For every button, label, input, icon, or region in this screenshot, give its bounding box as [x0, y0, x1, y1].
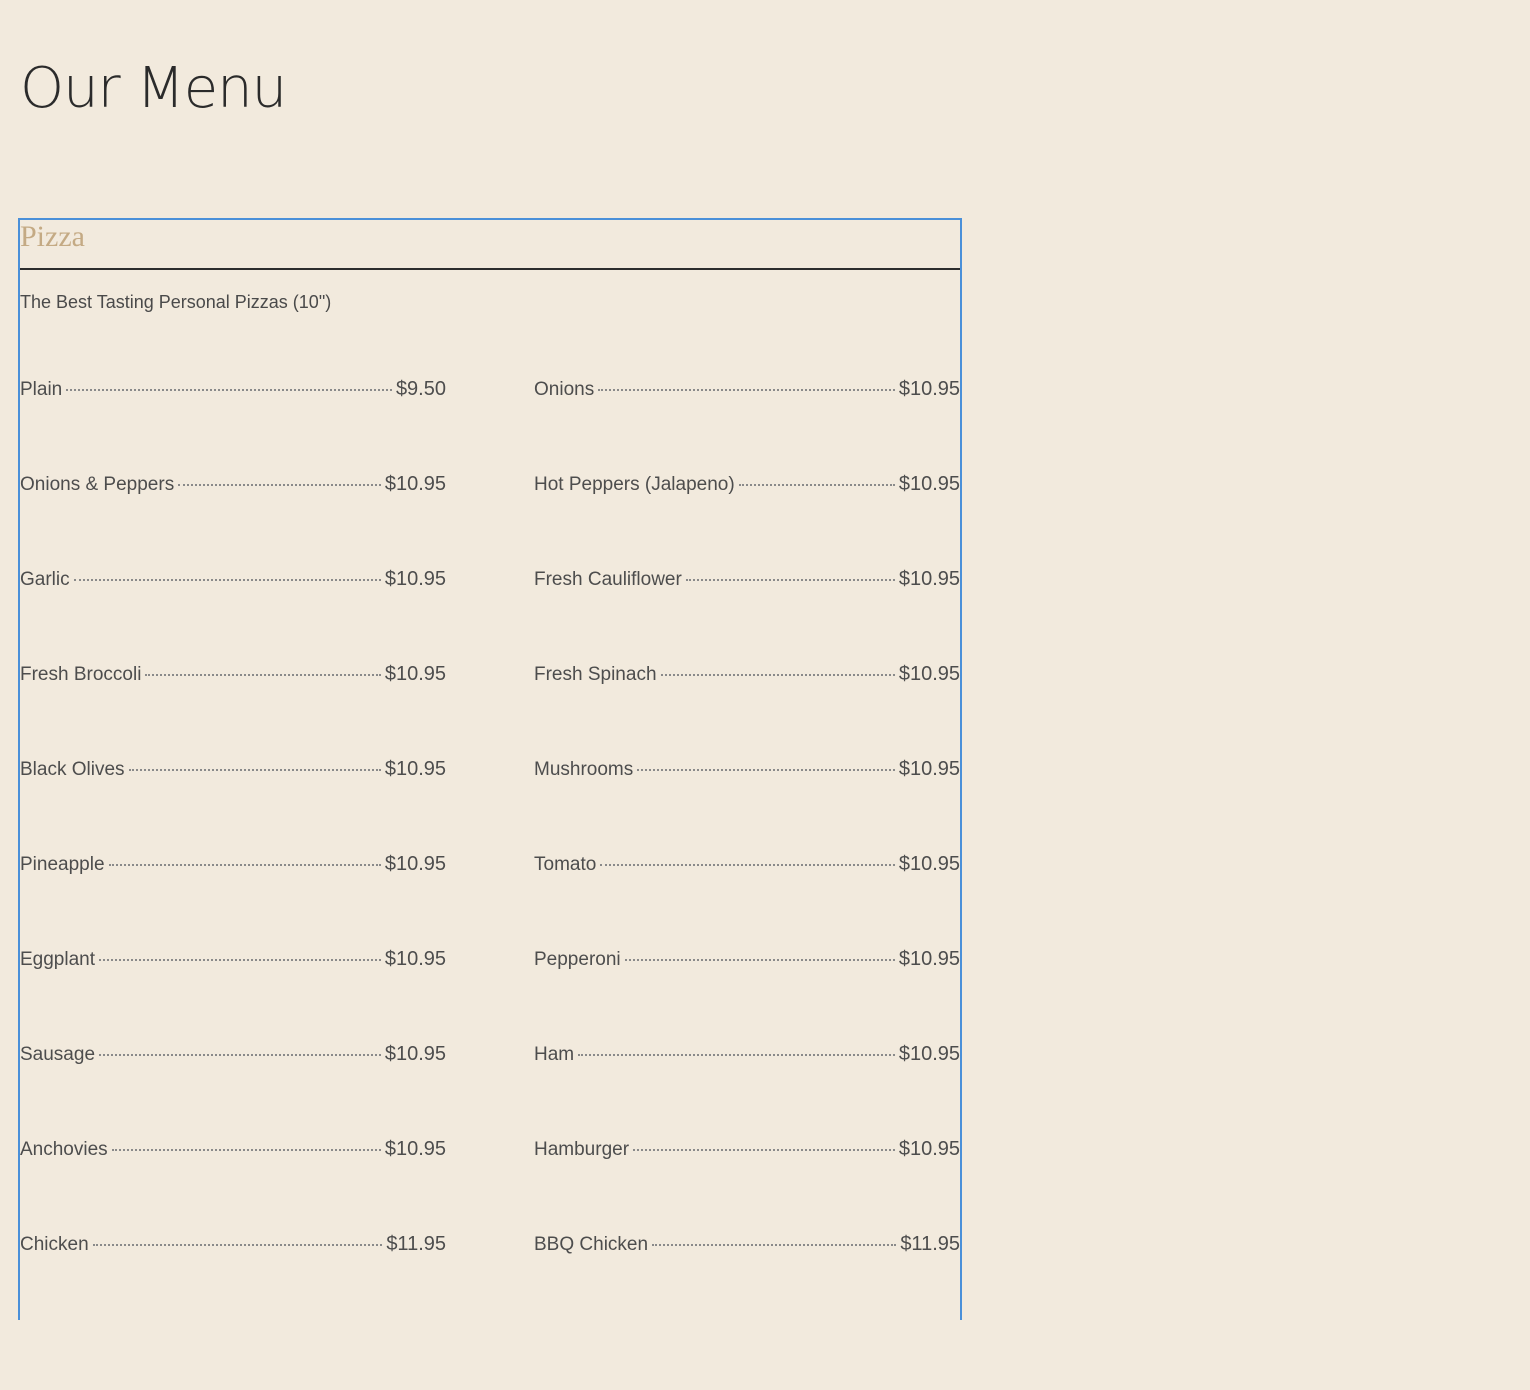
menu-item-price: $10.95: [898, 853, 960, 875]
menu-item: Fresh Broccoli $10.95: [20, 663, 446, 758]
dot-leader: [633, 1149, 895, 1151]
menu-item: Chicken $11.95: [20, 1233, 446, 1328]
menu-item-name: BBQ Chicken: [534, 1234, 649, 1255]
dot-leader: [738, 484, 895, 486]
menu-item-price: $9.50: [395, 378, 446, 400]
menu-item: Hot Peppers (Jalapeno) $10.95: [534, 473, 960, 568]
menu-item-name: Onions: [534, 379, 595, 400]
menu-item: Onions & Peppers $10.95: [20, 473, 446, 568]
menu-column-right: Onions $10.95 Hot Peppers (Jalapeno) $10…: [534, 378, 960, 1328]
menu-item-price: $10.95: [384, 1138, 446, 1160]
menu-item-name: Fresh Cauliflower: [534, 569, 682, 590]
dot-leader: [145, 674, 381, 676]
menu-item-price: $10.95: [898, 473, 960, 495]
dot-leader: [578, 1054, 895, 1056]
menu-item-name: Pineapple: [20, 854, 105, 875]
section-divider: [20, 268, 960, 270]
menu-item-price: $10.95: [384, 853, 446, 875]
menu-item-name: Garlic: [20, 569, 70, 590]
menu-item: Garlic $10.95: [20, 568, 446, 663]
menu-item-price: $10.95: [898, 1138, 960, 1160]
menu-item: Anchovies $10.95: [20, 1138, 446, 1233]
menu-item-price: $10.95: [384, 663, 446, 685]
pizza-menu-section: Pizza The Best Tasting Personal Pizzas (…: [18, 218, 962, 1320]
menu-item-name: Tomato: [534, 854, 597, 875]
menu-item: Black Olives $10.95: [20, 758, 446, 853]
menu-item-price: $10.95: [384, 568, 446, 590]
menu-item: Sausage $10.95: [20, 1043, 446, 1138]
menu-item: Plain $9.50: [20, 378, 446, 473]
dot-leader: [598, 389, 895, 391]
menu-column-left: Plain $9.50 Onions & Peppers $10.95 Garl…: [20, 378, 446, 1328]
menu-item-price: $10.95: [898, 1043, 960, 1065]
menu-item-name: Fresh Broccoli: [20, 664, 142, 685]
menu-item-price: $10.95: [898, 948, 960, 970]
menu-item-price: $10.95: [384, 758, 446, 780]
menu-item-name: Black Olives: [20, 759, 125, 780]
menu-item: BBQ Chicken $11.95: [534, 1233, 960, 1328]
dot-leader: [99, 1054, 381, 1056]
menu-item-price: $10.95: [384, 473, 446, 495]
menu-item-name: Anchovies: [20, 1139, 108, 1160]
dot-leader: [99, 959, 381, 961]
section-title: Pizza: [20, 220, 85, 253]
menu-item: Mushrooms $10.95: [534, 758, 960, 853]
menu-item: Eggplant $10.95: [20, 948, 446, 1043]
dot-leader: [660, 674, 895, 676]
menu-item: Pepperoni $10.95: [534, 948, 960, 1043]
section-subtitle: The Best Tasting Personal Pizzas (10"): [20, 292, 332, 312]
dot-leader: [652, 1244, 897, 1246]
menu-item-price: $10.95: [384, 948, 446, 970]
menu-item-name: Fresh Spinach: [534, 664, 657, 685]
menu-item: Tomato $10.95: [534, 853, 960, 948]
menu-item-name: Onions & Peppers: [20, 474, 175, 495]
menu-item-name: Ham: [534, 1044, 575, 1065]
dot-leader: [637, 769, 895, 771]
dot-leader: [111, 1149, 381, 1151]
menu-item-price: $10.95: [898, 663, 960, 685]
dot-leader: [66, 389, 392, 391]
menu-item: Ham $10.95: [534, 1043, 960, 1138]
menu-item-name: Hamburger: [534, 1139, 630, 1160]
menu-item-name: Eggplant: [20, 949, 96, 970]
menu-item-price: $10.95: [384, 1043, 446, 1065]
menu-item-name: Plain: [20, 379, 63, 400]
menu-item-price: $11.95: [900, 1233, 960, 1255]
menu-item-name: Sausage: [20, 1044, 96, 1065]
dot-leader: [108, 864, 381, 866]
menu-item: Onions $10.95: [534, 378, 960, 473]
menu-item-name: Mushrooms: [534, 759, 634, 780]
dot-leader: [92, 1244, 383, 1246]
dot-leader: [600, 864, 895, 866]
menu-item: Fresh Cauliflower $10.95: [534, 568, 960, 663]
menu-item-price: $10.95: [898, 378, 960, 400]
menu-item-price: $11.95: [386, 1233, 446, 1255]
dot-leader: [128, 769, 381, 771]
dot-leader: [178, 484, 381, 486]
menu-item: Fresh Spinach $10.95: [534, 663, 960, 758]
dot-leader: [73, 579, 381, 581]
page-title: Our Menu: [20, 56, 287, 121]
menu-item: Pineapple $10.95: [20, 853, 446, 948]
menu-item-price: $10.95: [898, 568, 960, 590]
menu-item-name: Pepperoni: [534, 949, 621, 970]
menu-item-name: Chicken: [20, 1234, 89, 1255]
dot-leader: [624, 959, 895, 961]
menu-item-name: Hot Peppers (Jalapeno): [534, 474, 735, 495]
menu-item: Hamburger $10.95: [534, 1138, 960, 1233]
dot-leader: [685, 579, 895, 581]
menu-item-price: $10.95: [898, 758, 960, 780]
